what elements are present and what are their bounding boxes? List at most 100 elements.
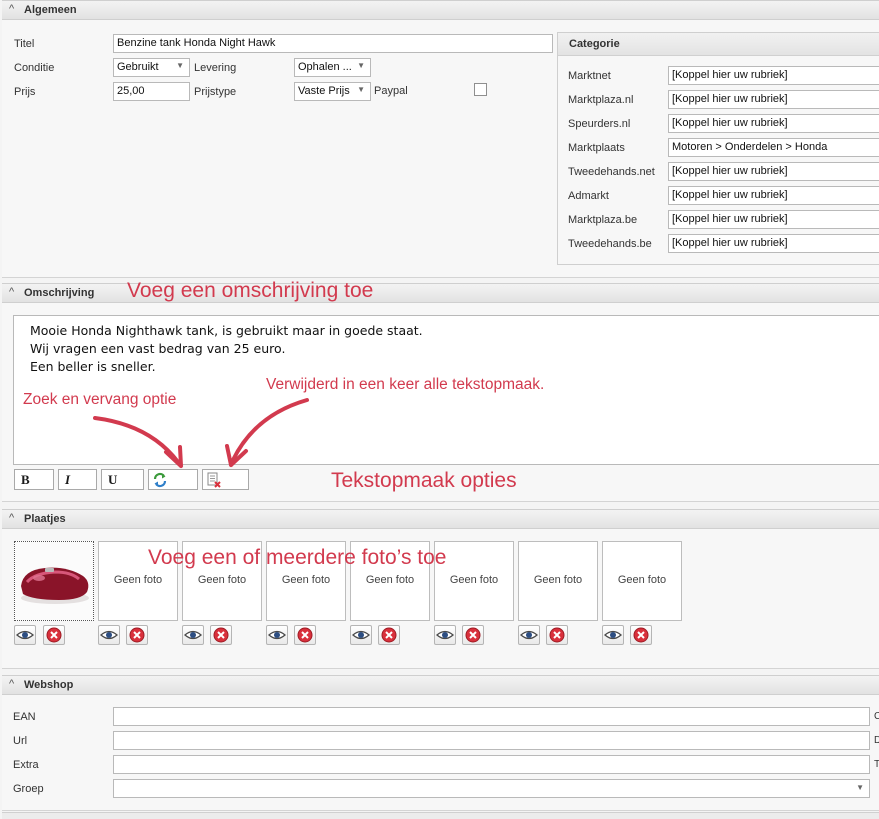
italic-button[interactable]: I	[58, 469, 97, 490]
no-photo-text: Geen foto	[449, 574, 499, 586]
categorie-row-field[interactable]: [Koppel hier uw rubriek]	[668, 66, 879, 85]
conditie-label: Conditie	[14, 62, 55, 74]
paypal-checkbox[interactable]	[474, 83, 487, 96]
eye-icon	[436, 630, 454, 640]
view-photo-button[interactable]	[602, 625, 624, 645]
categorie-row-label: Speurders.nl	[568, 118, 631, 130]
description-line: Wij vragen een vast bedrag van 25 euro.	[30, 341, 286, 356]
photo-slot-filled[interactable]	[14, 541, 94, 621]
categorie-row-label: Tweedehands.net	[568, 166, 655, 178]
clear-formatting-button[interactable]	[202, 469, 249, 490]
annotation-zoek: Zoek en vervang optie	[23, 391, 177, 408]
categorie-row-field[interactable]: Motoren > Onderdelen > Honda	[668, 138, 879, 157]
no-photo-text: Geen foto	[365, 574, 415, 586]
categorie-row-label: Marktplaats	[568, 142, 625, 154]
no-photo-text: Geen foto	[281, 574, 331, 586]
description-line: Een beller is sneller.	[30, 359, 156, 374]
delete-photo-button[interactable]	[43, 625, 65, 645]
titel-label: Titel	[14, 38, 35, 50]
section-header-algemeen[interactable]: ^ Algemeen	[2, 0, 879, 20]
paypal-label: Paypal	[374, 85, 408, 97]
photo-slot-empty[interactable]: Geen foto	[602, 541, 682, 621]
no-photo-text: Geen foto	[197, 574, 247, 586]
edge-letter: D	[874, 735, 879, 746]
section-header-webshop[interactable]: ^ Webshop	[2, 675, 879, 695]
view-photo-button[interactable]	[182, 625, 204, 645]
eye-icon	[100, 630, 118, 640]
find-replace-button[interactable]	[148, 469, 198, 490]
eye-icon	[184, 630, 202, 640]
bold-label: B	[21, 472, 30, 487]
view-photo-button[interactable]	[14, 625, 36, 645]
categorie-row-label: Marktplaza.nl	[568, 94, 634, 106]
eye-icon	[268, 630, 286, 640]
annotation-verwijderd: Verwijderd in een keer alle tekstopmaak.	[266, 376, 545, 393]
section-header-plaatjes[interactable]: ^ Plaatjes	[2, 509, 879, 529]
groep-dropdown[interactable]: ▼	[113, 779, 870, 798]
delete-icon	[381, 627, 397, 643]
prijstype-dropdown[interactable]: Vaste Prijs ▼	[294, 82, 371, 101]
chevron-up-icon[interactable]: ^	[9, 3, 14, 15]
bold-button[interactable]: B	[14, 469, 54, 490]
underline-button[interactable]: U	[101, 469, 144, 490]
categorie-row-field[interactable]: [Koppel hier uw rubriek]	[668, 234, 879, 253]
description-line: Mooie Honda Nighthawk tank, is gebruikt …	[30, 323, 423, 338]
view-photo-button[interactable]	[518, 625, 540, 645]
delete-photo-button[interactable]	[462, 625, 484, 645]
conditie-dropdown[interactable]: Gebruikt ▼	[113, 58, 190, 77]
fuel-tank-photo	[15, 542, 93, 620]
prijs-input[interactable]: 25,00	[113, 82, 190, 101]
no-photo-text: Geen foto	[617, 574, 667, 586]
chevron-up-icon[interactable]: ^	[9, 678, 14, 690]
delete-icon	[129, 627, 145, 643]
categorie-row-field[interactable]: [Koppel hier uw rubriek]	[668, 210, 879, 229]
eye-icon	[604, 630, 622, 640]
categorie-row-field[interactable]: [Koppel hier uw rubriek]	[668, 162, 879, 181]
categorie-row-field[interactable]: [Koppel hier uw rubriek]	[668, 186, 879, 205]
edge-letter: C	[874, 711, 879, 722]
delete-photo-button[interactable]	[546, 625, 568, 645]
photo-slot-empty[interactable]: Geen foto	[518, 541, 598, 621]
delete-icon	[46, 627, 62, 643]
url-input[interactable]	[113, 731, 870, 750]
levering-dropdown[interactable]: Ophalen ... ▼	[294, 58, 371, 77]
delete-icon	[297, 627, 313, 643]
categorie-row-label: Tweedehands.be	[568, 238, 652, 250]
categorie-row-label: Marktplaza.be	[568, 214, 638, 226]
annotation-fotos: Voeg een of meerdere foto’s toe	[148, 546, 447, 569]
ean-input[interactable]	[113, 707, 870, 726]
eye-icon	[352, 630, 370, 640]
chevron-down-icon: ▼	[357, 85, 365, 94]
conditie-value: Gebruikt	[117, 61, 159, 73]
italic-label: I	[65, 472, 71, 487]
delete-photo-button[interactable]	[378, 625, 400, 645]
clear-formatting-icon	[207, 472, 221, 488]
categorie-row-field[interactable]: [Koppel hier uw rubriek]	[668, 90, 879, 109]
delete-photo-button[interactable]	[126, 625, 148, 645]
delete-photo-button[interactable]	[210, 625, 232, 645]
categorie-row-field[interactable]: [Koppel hier uw rubriek]	[668, 114, 879, 133]
chevron-down-icon: ▼	[176, 61, 184, 70]
section-title: Webshop	[24, 679, 74, 691]
section-title: Omschrijving	[24, 287, 95, 299]
delete-icon	[633, 627, 649, 643]
delete-photo-button[interactable]	[630, 625, 652, 645]
eye-icon	[16, 630, 34, 640]
ean-label: EAN	[13, 711, 36, 723]
annotation-omschrijving: Voeg een omschrijving toe	[127, 279, 374, 302]
view-photo-button[interactable]	[434, 625, 456, 645]
edge-letter: T	[874, 759, 879, 770]
view-photo-button[interactable]	[266, 625, 288, 645]
section-title: Algemeen	[24, 4, 77, 16]
delete-photo-button[interactable]	[294, 625, 316, 645]
titel-input[interactable]: Benzine tank Honda Night Hawk	[113, 34, 553, 53]
levering-value: Ophalen ...	[298, 61, 352, 73]
view-photo-button[interactable]	[350, 625, 372, 645]
prijstype-value: Vaste Prijs	[298, 85, 350, 97]
chevron-up-icon[interactable]: ^	[9, 512, 14, 524]
chevron-up-icon[interactable]: ^	[9, 286, 14, 298]
prijs-label: Prijs	[14, 86, 36, 98]
extra-input[interactable]	[113, 755, 870, 774]
categorie-title: Categorie	[569, 38, 620, 50]
view-photo-button[interactable]	[98, 625, 120, 645]
